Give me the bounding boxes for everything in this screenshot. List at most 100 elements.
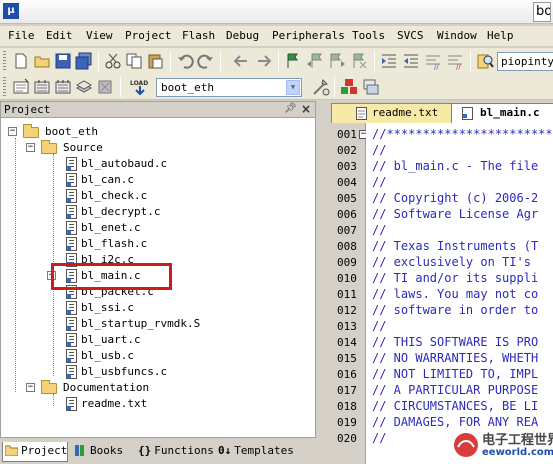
line-number: 013 [337,320,357,333]
uncomment-icon[interactable]: // [446,52,464,70]
code-line[interactable]: // NO WARRANTIES, WHETH [372,351,538,365]
menu-edit[interactable]: Edit [46,29,73,42]
multi-project-icon[interactable] [362,78,380,96]
prev-bookmark-icon[interactable] [306,52,324,70]
tree-label: bl_autobaud.c [81,157,168,170]
load-download-icon[interactable]: LOAD [129,78,151,96]
code-line[interactable]: // A PARTICULAR PURPOSE [372,383,538,397]
tab-bl-main[interactable]: bl_main.c [451,103,553,123]
target-select[interactable]: boot_eth ▼ [156,78,302,97]
next-bookmark-icon[interactable] [328,52,346,70]
pin-icon[interactable]: 📌︎ [284,103,297,114]
menu-tools[interactable]: Tools [352,29,385,42]
unindent-icon[interactable] [402,52,420,70]
code-line[interactable]: // laws. You may not co [372,287,538,301]
watermark-cn: 电子工程世界 [482,433,553,448]
code-line[interactable]: //******************************* [372,127,553,141]
save-icon[interactable] [54,52,72,70]
line-number: 010 [337,272,357,285]
asm-file-icon [66,317,77,331]
functions-icon: {} [138,444,152,457]
nav-back-icon[interactable] [232,52,250,70]
cut-icon[interactable] [104,52,122,70]
batch-build-icon[interactable] [75,78,93,96]
code-line[interactable]: // [372,143,386,157]
code-line[interactable]: // [372,223,386,237]
clear-bookmarks-icon[interactable] [350,52,368,70]
menu-peripherals[interactable]: Peripherals [272,29,345,42]
tab-templates[interactable]: 0↓ Templates [216,442,314,462]
menu-view[interactable]: View [86,29,113,42]
target-options-icon[interactable] [311,78,331,96]
tab-readme[interactable]: readme.txt [331,103,455,123]
collapse-icon[interactable]: − [26,143,35,152]
tree-label: bl_check.c [81,189,148,202]
tree-label: bl_startup_rvmdk.S [81,317,201,330]
line-number: 001 [337,128,357,141]
redo-icon[interactable] [197,52,215,70]
code-line[interactable]: // NOT LIMITED TO, IMPL [372,367,538,381]
manage-components-icon[interactable] [340,78,358,96]
open-folder-icon[interactable] [33,52,51,70]
tab-functions[interactable]: {} Functions [136,442,214,462]
code-line[interactable]: // exclusively on TI's [372,255,531,269]
comment-icon[interactable]: // [424,52,442,70]
find-input[interactable]: piopintyp [497,52,553,71]
c-file-icon [66,189,77,203]
code-line[interactable]: // CIRCUMSTANCES, BE LI [372,399,538,413]
code-line[interactable]: // TI and/or its suppli [372,271,538,285]
code-line[interactable]: // Texas Instruments (T [372,239,538,253]
window-title: bo [533,2,551,22]
tree-label: bl_can.c [81,173,134,186]
stop-build-icon[interactable] [96,78,114,96]
menu-help[interactable]: Help [487,29,514,42]
menu-svcs[interactable]: SVCS [397,29,424,42]
code-line[interactable]: // THIS SOFTWARE IS PRO [372,335,538,349]
menu-debug[interactable]: Debug [226,29,259,42]
toolbar-separator [170,51,171,71]
collapse-icon[interactable]: − [8,127,17,136]
paste-icon[interactable] [146,52,164,70]
new-file-icon[interactable] [12,52,30,70]
tree-label: bl_decrypt.c [81,205,161,218]
save-all-icon[interactable] [75,52,93,70]
bookmark-icon[interactable] [284,52,302,70]
code-line[interactable]: // [372,319,386,333]
code-line[interactable]: // [372,431,386,445]
toolbar-separator [374,51,375,71]
chevron-down-icon[interactable]: ▼ [286,80,300,95]
menu-file[interactable]: File [8,29,35,42]
indent-icon[interactable] [380,52,398,70]
c-file-icon [66,237,77,251]
code-line[interactable]: // Software License Agr [372,207,538,221]
copy-icon[interactable] [125,52,143,70]
line-number: 019 [337,416,357,429]
close-icon[interactable]: × [301,102,311,116]
menu-flash[interactable]: Flash [182,29,215,42]
translate-icon[interactable] [12,78,30,96]
toolbar-grip[interactable] [3,51,6,71]
undo-icon[interactable] [176,52,194,70]
code-line[interactable]: // bl_main.c - The file [372,159,538,173]
line-number-gutter: 001 002 003 004 005 006 007 008 009 010 011 012 013 0… [317,123,366,464]
rebuild-icon[interactable] [54,78,72,96]
tab-project[interactable]: Project [2,442,68,462]
nav-forward-icon[interactable] [255,52,273,70]
menu-project[interactable]: Project [125,29,171,42]
tree-label: Source [63,141,103,154]
code-line[interactable]: // software in order to [372,303,538,317]
text-file-icon [356,107,367,120]
watermark-logo: 电子工程世界 eeworld.com.cn [448,425,553,464]
toolbar-grip[interactable] [3,77,6,97]
code-line[interactable]: // [372,175,386,189]
build-icon[interactable] [33,78,51,96]
line-number: 004 [337,176,357,189]
find-in-files-icon[interactable] [476,52,494,70]
menu-window[interactable]: Window [437,29,477,42]
panel-bottom-tabs: Project Books {} Functions 0↓ Templates [0,440,316,464]
collapse-icon[interactable]: − [26,383,35,392]
code-editor[interactable]: //******************************* // // bl… [366,123,553,464]
tree-label: bl_ssi.c [81,301,134,314]
code-line[interactable]: // Copyright (c) 2006-2 [372,191,538,205]
tab-books[interactable]: Books [72,442,130,462]
